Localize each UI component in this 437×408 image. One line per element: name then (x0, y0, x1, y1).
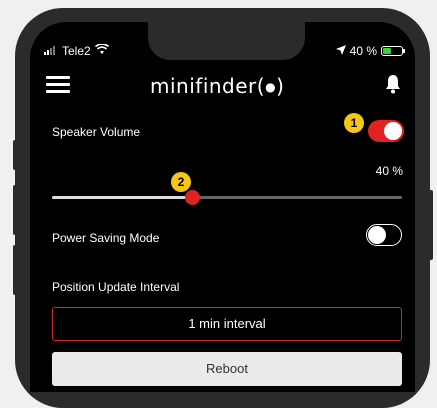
power-saving-toggle[interactable] (366, 224, 402, 246)
speaker-volume-toggle[interactable] (368, 120, 404, 142)
phone-side-button (13, 140, 17, 170)
status-bar-left: Tele2 (44, 43, 109, 58)
app-screen: Tele2 40 % minifinder(●) Speaker Volume … (30, 22, 415, 392)
location-arrow-icon (335, 44, 346, 58)
status-bar-right: 40 % (335, 44, 405, 58)
annotation-badge-2: 2 (171, 172, 191, 192)
battery-icon (381, 46, 405, 56)
bell-icon[interactable] (385, 74, 401, 99)
logo-signal-mark: (●) (256, 74, 285, 98)
power-saving-label: Power Saving Mode (52, 231, 160, 245)
annotation-badge-1: 1 (344, 113, 364, 133)
volume-slider-thumb[interactable] (185, 190, 200, 205)
signal-icon (44, 44, 58, 58)
volume-slider[interactable] (52, 190, 402, 205)
battery-percentage: 40 % (349, 44, 377, 58)
phone-notch (148, 22, 305, 60)
volume-percentage: 40 % (375, 164, 403, 178)
wifi-icon (94, 43, 109, 58)
speaker-volume-label: Speaker Volume (52, 125, 141, 139)
phone-side-button (429, 190, 433, 260)
phone-side-button (13, 185, 17, 235)
app-logo: minifinder(●) (150, 74, 285, 98)
volume-slider-fill (52, 196, 192, 199)
position-update-label: Position Update Interval (52, 280, 180, 294)
carrier-name: Tele2 (62, 44, 91, 58)
interval-select[interactable]: 1 min interval (52, 307, 402, 341)
app-header: minifinder(●) (30, 68, 415, 104)
phone-side-button (13, 245, 17, 295)
hamburger-menu-icon[interactable] (46, 76, 70, 94)
